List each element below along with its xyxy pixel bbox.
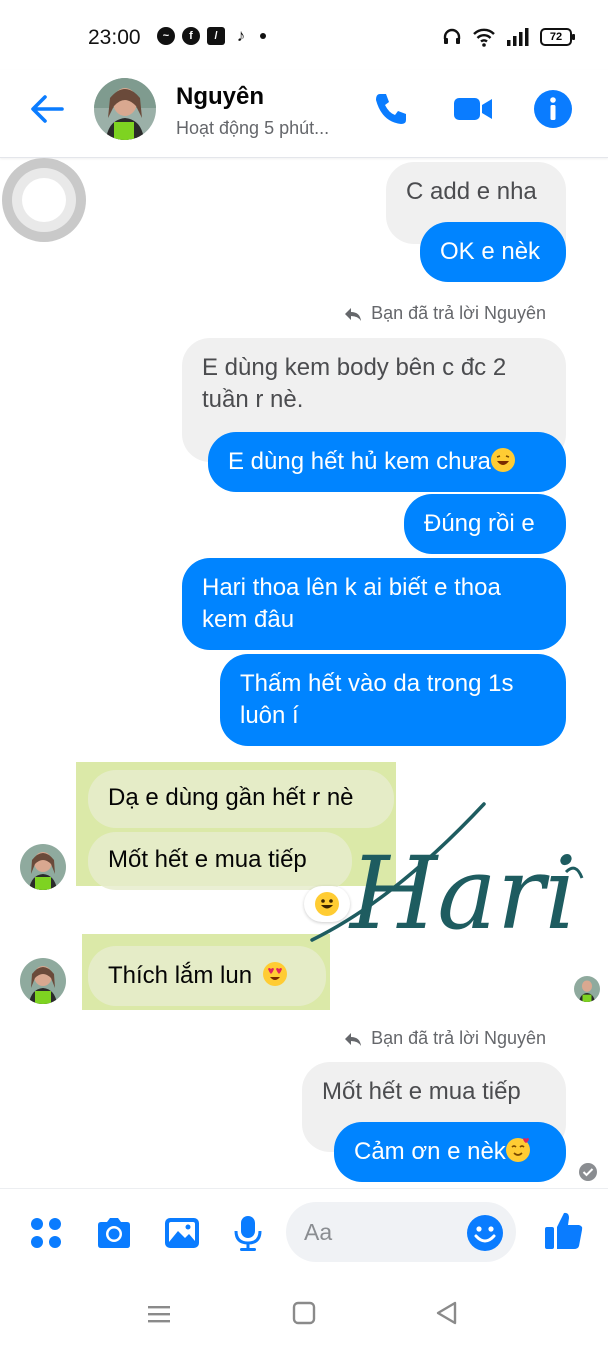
quoted-text: E dùng kem body bên c đc 2 tuần r nè. [202, 354, 507, 413]
message-text: E dùng hết hủ kem chưa [228, 448, 491, 475]
battery-icon: 72 [540, 28, 575, 46]
mic-icon[interactable] [228, 1213, 268, 1253]
video-icon[interactable] [452, 88, 494, 130]
message-text: Thấm hết vào da trong 1s luôn í [240, 670, 514, 729]
message-bubble-sent[interactable]: E dùng hết hủ kem chưa [208, 432, 566, 492]
reply-note-text: Bạn đã trả lời Nguyên [371, 303, 546, 323]
message-bubble-sent[interactable]: OK e nèk [420, 222, 566, 282]
status-bar: 23:00 ~ f / ♪ 72 [0, 0, 608, 70]
facebook-icon: f [182, 27, 200, 45]
back-arrow-icon[interactable] [26, 88, 68, 130]
reply-icon [345, 1032, 362, 1046]
contact-name[interactable]: Nguyên [176, 83, 264, 111]
dot-icon [260, 33, 266, 39]
watermark-logo: Hari [304, 800, 594, 952]
nav-back-icon[interactable] [434, 1300, 460, 1326]
wifi-icon [473, 28, 495, 47]
message-bubble-sent[interactable]: Thấm hết vào da trong 1s luôn í [220, 654, 566, 746]
message-text: Cảm ơn e nèk [354, 1138, 506, 1165]
message-bubble-sent[interactable]: Hari thoa lên k ai biết e thoa kem đâu [182, 558, 566, 650]
messenger-icon: ~ [157, 27, 175, 45]
home-icon[interactable] [291, 1300, 317, 1326]
system-nav-bar [0, 1280, 608, 1350]
contact-avatar-small[interactable] [20, 844, 66, 890]
message-text: Thích lắm lun [108, 962, 253, 989]
watermark-text: Hari [348, 835, 577, 950]
message-text: OK e nèk [440, 238, 541, 265]
message-text: Đúng rồi e [424, 510, 535, 537]
reply-note: Bạn đã trả lời Nguyên [343, 1028, 546, 1049]
emoji-icon[interactable] [466, 1214, 504, 1252]
camera-icon[interactable] [94, 1213, 134, 1253]
chat-head-bubble[interactable] [2, 158, 86, 242]
heart-eyes-emoji-icon [262, 962, 287, 986]
seen-avatar [574, 976, 600, 1002]
laughing-emoji-icon [490, 448, 515, 472]
notification-icons: ~ f / ♪ [157, 26, 266, 45]
info-icon[interactable] [532, 88, 574, 130]
chat-header: Nguyên Hoạt động 5 phút... [0, 70, 608, 158]
recent-apps-icon[interactable] [146, 1302, 172, 1326]
signal-icon [507, 28, 529, 46]
smiling-hearts-emoji-icon [505, 1138, 530, 1162]
quoted-text: Mốt hết e mua tiếp [322, 1078, 521, 1105]
status-time: 23:00 [88, 26, 141, 49]
contact-avatar[interactable] [94, 78, 156, 140]
system-icons: 72 [442, 27, 575, 47]
message-input[interactable]: Aa [286, 1202, 516, 1262]
delivered-check-icon [579, 1163, 597, 1181]
message-text: C add e nha [406, 178, 537, 205]
reply-note-text: Bạn đã trả lời Nguyên [371, 1028, 546, 1048]
message-text: Hari thoa lên k ai biết e thoa kem đâu [202, 574, 501, 633]
app-icon: / [207, 27, 225, 45]
message-bubble-sent[interactable]: Cảm ơn e nèk [334, 1122, 566, 1182]
gallery-icon[interactable] [162, 1213, 202, 1253]
message-input-placeholder: Aa [304, 1219, 333, 1245]
message-bubble-received[interactable]: Thích lắm lun [88, 946, 326, 1006]
reply-icon [345, 307, 362, 321]
phone-icon[interactable] [370, 88, 412, 130]
tiktok-icon: ♪ [236, 26, 246, 45]
message-bubble-sent[interactable]: Đúng rồi e [404, 494, 566, 554]
contact-status: Hoạt động 5 phút... [176, 118, 330, 138]
contact-avatar-small[interactable] [20, 958, 66, 1004]
menu-icon[interactable] [26, 1213, 66, 1253]
like-icon[interactable] [542, 1209, 586, 1253]
message-text: Mốt hết e mua tiếp [108, 846, 307, 873]
composer-bar: Aa [0, 1188, 608, 1280]
reply-note: Bạn đã trả lời Nguyên [343, 303, 546, 324]
headset-icon [443, 28, 461, 44]
